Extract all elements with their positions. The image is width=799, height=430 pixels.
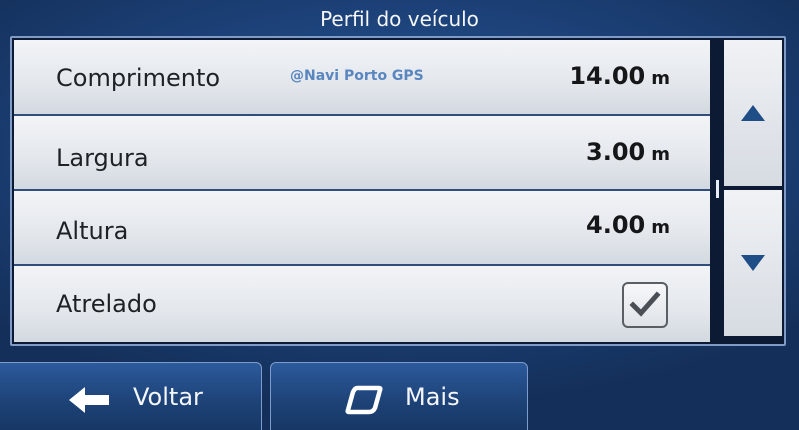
value-number-comprimento: 14.00 (569, 62, 646, 90)
value-unit-altura: m (651, 217, 670, 238)
back-button-label: Voltar (133, 383, 203, 411)
row-value-largura: 3.00 m (586, 138, 670, 166)
value-unit-comprimento: m (651, 68, 670, 89)
row-atrelado[interactable]: Atrelado (14, 266, 710, 342)
triangle-down-icon (741, 255, 765, 271)
row-value-altura: 4.00 m (586, 211, 670, 239)
value-number-altura: 4.00 (586, 211, 646, 239)
more-button[interactable]: Mais (270, 362, 528, 430)
settings-list: Comprimento @Navi Porto GPS 14.00 m Largu… (14, 40, 710, 342)
scroll-down-button[interactable] (724, 190, 782, 336)
checkmark-icon (629, 291, 661, 317)
watermark-text: @Navi Porto GPS (290, 68, 424, 84)
back-button[interactable]: Voltar (0, 362, 262, 430)
more-button-label: Mais (405, 383, 460, 411)
row-label-atrelado: Atrelado (56, 290, 157, 318)
row-comprimento[interactable]: Comprimento @Navi Porto GPS 14.00 m (14, 40, 710, 116)
row-largura[interactable]: Largura 3.00 m (14, 116, 710, 191)
row-label-comprimento: Comprimento (56, 64, 221, 92)
value-number-largura: 3.00 (586, 138, 646, 166)
more-shape-icon (345, 385, 383, 415)
row-value-comprimento: 14.00 m (569, 62, 670, 90)
value-unit-largura: m (651, 144, 670, 165)
row-label-altura: Altura (56, 217, 129, 245)
row-label-largura: Largura (56, 144, 149, 172)
scroll-up-button[interactable] (724, 40, 782, 186)
triangle-up-icon (741, 105, 765, 121)
atrelado-checkbox[interactable] (622, 282, 668, 328)
row-altura[interactable]: Altura 4.00 m (14, 191, 710, 266)
scrollbar-thumb[interactable] (716, 180, 719, 198)
page-title: Perfil do veículo (320, 7, 479, 31)
arrow-left-icon (69, 387, 109, 413)
